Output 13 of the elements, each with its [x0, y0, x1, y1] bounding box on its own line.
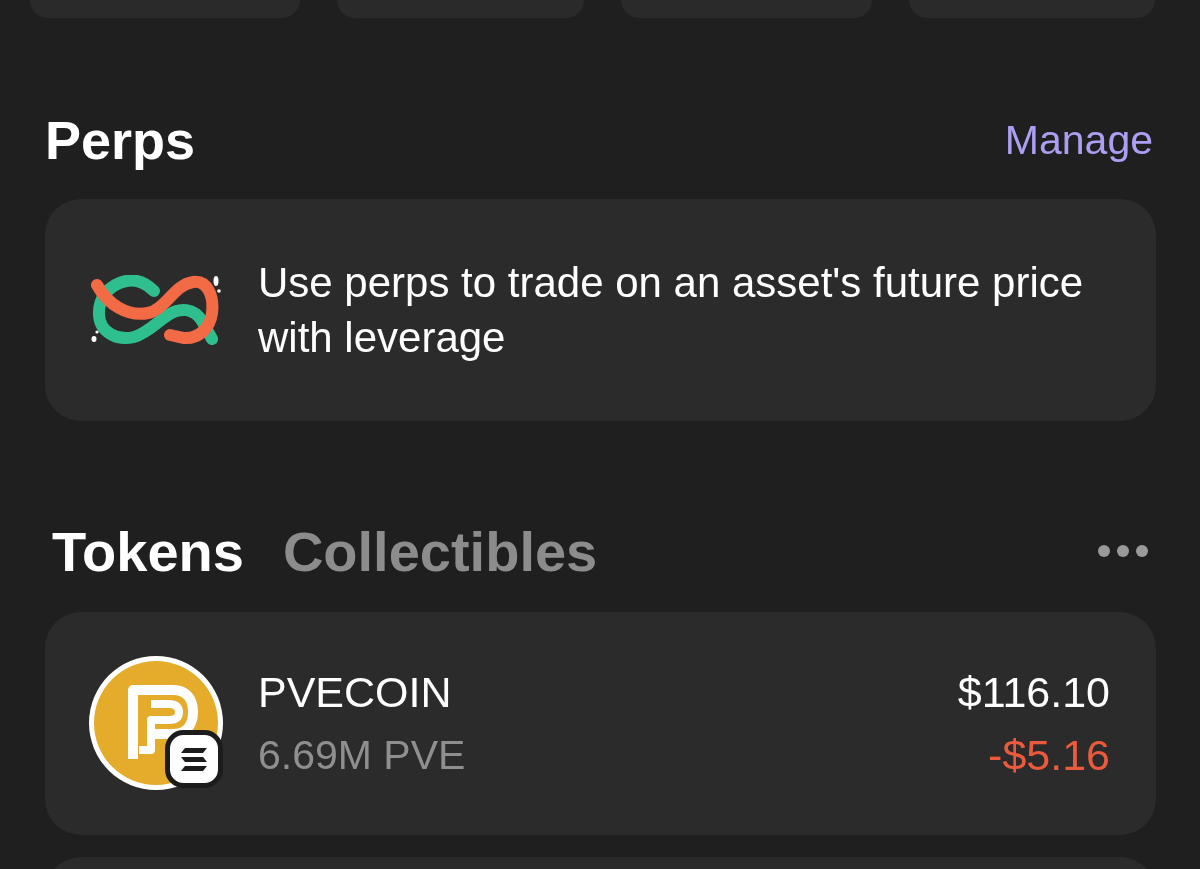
chain-badge-icon — [165, 730, 223, 788]
perps-description: Use perps to trade on an asset's future price with leverage — [258, 258, 1085, 363]
token-name: PVECOIN — [258, 666, 452, 717]
token-change: -$5.16 — [988, 729, 1110, 780]
asset-tab[interactable]: Collectibles — [282, 518, 598, 584]
more-icon[interactable] — [1098, 545, 1148, 557]
asset-tab[interactable]: Tokens — [52, 518, 244, 584]
perps-banner[interactable]: Use perps to trade on an asset's future price with leverage — [45, 199, 1156, 421]
token-value: $116.10 — [957, 666, 1110, 717]
token-balance: 6.69M PVE — [258, 730, 466, 780]
token-card[interactable]: PVECOIN 6.69M PVE $116.10 -$5.16 — [45, 612, 1156, 835]
manage-link[interactable]: Manage — [1004, 116, 1153, 164]
section-title: Perps — [45, 109, 196, 171]
